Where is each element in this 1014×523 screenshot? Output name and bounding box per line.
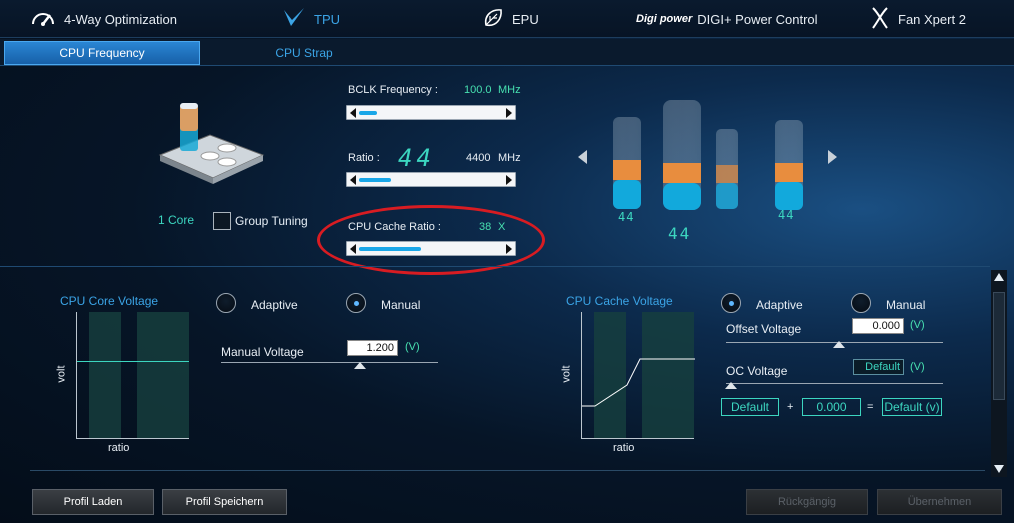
leaf-icon [482, 7, 504, 32]
fan-icon [870, 6, 890, 33]
cache-voltage-graph [581, 312, 695, 439]
core-voltage-y-axis: volt [55, 365, 68, 383]
cache-adaptive-label: Adaptive [756, 298, 803, 312]
voltage-curve [582, 358, 695, 407]
tab-cpu-frequency[interactable]: CPU Frequency [4, 41, 200, 65]
nav-label: Fan Xpert 2 [898, 11, 966, 27]
nav-label: DIGI+ Power Control [697, 11, 818, 27]
manual-voltage-label: Manual Voltage [221, 345, 304, 359]
core-manual-radio[interactable] [346, 293, 366, 313]
apply-button[interactable]: Übernehmen [877, 489, 1002, 515]
oc-voltage-unit: (V) [910, 361, 925, 373]
bclk-value: 100.0 [464, 84, 492, 96]
manual-voltage-thumb-icon[interactable] [354, 362, 366, 369]
offset-voltage-thumb-icon[interactable] [833, 341, 845, 348]
manual-voltage-input[interactable]: 1.200 [347, 340, 398, 356]
nav-tpu[interactable]: TPU [282, 0, 340, 38]
manual-voltage-track[interactable] [221, 362, 438, 363]
core-voltage-x-axis: ratio [108, 442, 130, 454]
footer-divider [30, 470, 985, 471]
tpu-check-icon [282, 6, 306, 33]
formula-result-value: Default (v) [882, 398, 942, 416]
core-voltage-title: CPU Core Voltage [60, 294, 159, 308]
cores-next-arrow-icon[interactable] [828, 150, 837, 164]
bclk-label: BCLK Frequency : [348, 84, 438, 96]
nav-label: TPU [314, 11, 340, 27]
slider-left-arrow-icon[interactable] [350, 108, 356, 118]
core-adaptive-radio[interactable] [216, 293, 236, 313]
oc-voltage-track[interactable] [726, 383, 943, 384]
nav-fan-xpert[interactable]: Fan Xpert 2 [870, 0, 966, 38]
formula-plus-sign: + [787, 401, 794, 413]
offset-voltage-input[interactable]: 0.000 [852, 318, 904, 334]
annotation-ellipse [317, 205, 545, 275]
tab-cpu-strap[interactable]: CPU Strap [206, 41, 402, 65]
offset-voltage-label: Offset Voltage [726, 322, 802, 336]
scroll-down-arrow-icon[interactable] [994, 465, 1004, 473]
slider-right-arrow-icon[interactable] [506, 108, 512, 118]
ratio-big-display: 44 [398, 144, 435, 172]
cpu-chip-illustration [155, 100, 265, 190]
oc-voltage-input[interactable]: Default [853, 359, 904, 375]
core-adaptive-label: Adaptive [251, 298, 298, 312]
cache-manual-label: Manual [886, 298, 926, 312]
bclk-slider[interactable] [346, 105, 516, 120]
sub-tab-bar: CPU Frequency CPU Strap [0, 39, 1014, 66]
cache-voltage-x-axis: ratio [613, 442, 635, 454]
bclk-unit: MHz [498, 84, 521, 96]
oc-voltage-thumb-icon[interactable] [725, 382, 737, 389]
core-value-3: 44 [778, 208, 795, 222]
cache-voltage-title: CPU Cache Voltage [566, 294, 673, 308]
nav-label: 4-Way Optimization [64, 11, 177, 27]
core-voltage-graph [76, 312, 189, 439]
oc-voltage-label: OC Voltage [726, 364, 788, 378]
formula-base-value: Default [721, 398, 779, 416]
core-value-1: 44 [618, 210, 635, 224]
slider-left-arrow-icon[interactable] [350, 175, 356, 185]
ratio-slider[interactable] [346, 172, 516, 187]
cache-adaptive-radio[interactable] [721, 293, 741, 313]
cache-manual-radio[interactable] [851, 293, 871, 313]
voltage-line [77, 361, 189, 362]
cache-voltage-y-axis: volt [560, 365, 573, 383]
formula-offset-value: 0.000 [802, 398, 861, 416]
core-value-2: 44 [668, 224, 692, 243]
scroll-up-arrow-icon[interactable] [994, 273, 1004, 281]
section-divider [0, 266, 990, 267]
core-manual-label: Manual [381, 298, 421, 312]
nav-4way-optimization[interactable]: 4-Way Optimization [30, 0, 177, 38]
vertical-scrollbar[interactable] [991, 270, 1007, 477]
group-tuning-checkbox[interactable] [213, 212, 231, 230]
offset-voltage-unit: (V) [910, 319, 925, 331]
formula-equals-sign: = [867, 401, 874, 413]
ratio-unit: MHz [498, 152, 521, 164]
nav-epu[interactable]: EPU [482, 0, 539, 38]
digi-logo-icon: Digi power [636, 13, 693, 25]
save-profile-button[interactable]: Profil Speichern [162, 489, 287, 515]
core-count-label: 1 Core [158, 213, 195, 227]
top-navigation-bar: 4-Way Optimization TPU EPU Digi power DI… [0, 0, 1014, 38]
speedometer-icon [30, 9, 56, 30]
undo-button[interactable]: Rückgängig [746, 489, 868, 515]
nav-digi-power-control[interactable]: Digi power DIGI+ Power Control [636, 0, 818, 38]
ratio-label: Ratio : [348, 152, 380, 164]
core-cylinders-graphic [600, 95, 820, 250]
ratio-frequency: 4400 [466, 152, 491, 164]
scrollbar-thumb[interactable] [993, 292, 1005, 400]
cores-prev-arrow-icon[interactable] [578, 150, 587, 164]
load-profile-button[interactable]: Profil Laden [32, 489, 154, 515]
manual-voltage-unit: (V) [405, 341, 420, 353]
slider-right-arrow-icon[interactable] [506, 175, 512, 185]
group-tuning-label: Group Tuning [235, 214, 308, 228]
nav-label: EPU [512, 11, 539, 27]
